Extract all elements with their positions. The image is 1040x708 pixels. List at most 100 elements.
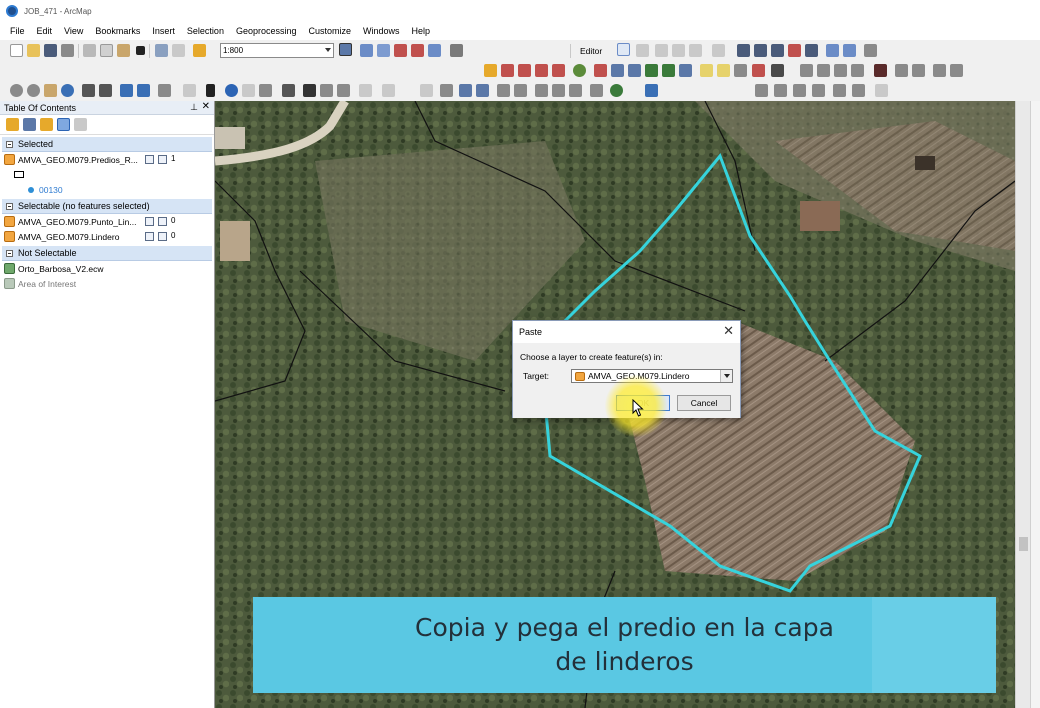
catalog-icon[interactable] xyxy=(377,44,390,57)
spatial-adjustment-icon[interactable] xyxy=(594,64,607,77)
html-popup-icon[interactable] xyxy=(259,84,272,97)
time-slider-icon[interactable] xyxy=(359,84,372,97)
text-icon[interactable] xyxy=(793,84,806,97)
split-tool-icon[interactable] xyxy=(788,44,801,57)
rectify-icon[interactable] xyxy=(717,64,730,77)
draw-icon[interactable] xyxy=(590,84,603,97)
georeferencing-icon[interactable] xyxy=(610,84,623,97)
clear-layer-selection-icon[interactable] xyxy=(158,217,167,226)
group-not-selectable[interactable]: Not Selectable xyxy=(2,246,212,261)
edit-tool-icon[interactable] xyxy=(617,43,630,56)
rubbersheet-icon[interactable] xyxy=(628,64,641,77)
proportion-icon[interactable] xyxy=(950,64,963,77)
align-icon[interactable] xyxy=(833,84,846,97)
validate-icon[interactable] xyxy=(535,64,548,77)
menu-windows[interactable]: Windows xyxy=(363,26,400,36)
pan-icon[interactable] xyxy=(44,84,57,97)
editor-menu[interactable]: Editor xyxy=(580,46,602,56)
menu-help[interactable]: Help xyxy=(412,26,431,36)
delete-icon[interactable] xyxy=(136,46,145,55)
new-document-icon[interactable] xyxy=(10,44,23,57)
align-tool-icon[interactable] xyxy=(817,64,830,77)
vertex-snap-icon[interactable] xyxy=(552,84,565,97)
attributes-icon[interactable] xyxy=(826,44,839,57)
collapse-icon[interactable] xyxy=(6,203,13,210)
sketch-properties-icon[interactable] xyxy=(843,44,856,57)
edit-vertices-icon[interactable] xyxy=(737,44,750,57)
reshape-feature-icon[interactable] xyxy=(754,44,767,57)
zoom-in-icon[interactable] xyxy=(10,84,23,97)
clear-layer-selection-icon[interactable] xyxy=(158,232,167,241)
full-extent-icon[interactable] xyxy=(61,84,74,97)
graphics-icon[interactable] xyxy=(774,84,787,97)
layer-row[interactable]: Orto_Barbosa_V2.ecw xyxy=(0,261,214,276)
open-icon[interactable] xyxy=(27,44,40,57)
trace-icon[interactable] xyxy=(689,44,702,57)
model-builder-icon[interactable] xyxy=(450,44,463,57)
advanced-edit-icon[interactable] xyxy=(734,64,747,77)
redo-icon[interactable] xyxy=(172,44,185,57)
table-icon[interactable] xyxy=(874,64,887,77)
pin-icon[interactable]: ⊥ xyxy=(190,102,198,113)
clear-selection-icon[interactable] xyxy=(183,84,196,97)
select-elements-icon[interactable] xyxy=(206,84,215,97)
swipe-icon[interactable] xyxy=(420,84,433,97)
group-icon[interactable] xyxy=(812,84,825,97)
measure-icon[interactable] xyxy=(282,84,295,97)
cogo-icon[interactable] xyxy=(752,64,765,77)
georef-icon[interactable] xyxy=(700,64,713,77)
selectable-toggle-icon[interactable] xyxy=(145,232,154,241)
add-rule-icon[interactable] xyxy=(518,64,531,77)
point-icon[interactable] xyxy=(712,44,725,57)
fixed-zoom-in-icon[interactable] xyxy=(82,84,95,97)
cut-polygons-icon[interactable] xyxy=(771,44,784,57)
dialog-close-icon[interactable]: ✕ xyxy=(723,323,734,339)
layer-row[interactable]: AMVA_GEO.M079.Punto_Lin... 0 xyxy=(0,214,214,229)
go-back-icon[interactable] xyxy=(120,84,133,97)
cut-icon[interactable] xyxy=(83,44,96,57)
layer-properties-icon[interactable] xyxy=(459,84,472,97)
list-by-source-icon[interactable] xyxy=(23,118,36,131)
menu-bookmarks[interactable]: Bookmarks xyxy=(95,26,140,36)
save-icon[interactable] xyxy=(44,44,57,57)
cancel-button[interactable]: Cancel xyxy=(677,395,731,411)
snapping-icon[interactable] xyxy=(497,84,510,97)
fix-topology-icon[interactable] xyxy=(501,64,514,77)
editor-toolbar-icon[interactable] xyxy=(339,43,352,56)
collapse-icon[interactable] xyxy=(6,141,13,148)
zoom-out-icon[interactable] xyxy=(27,84,40,97)
fillet-icon[interactable] xyxy=(933,64,946,77)
selectable-toggle-icon[interactable] xyxy=(145,155,154,164)
image-analysis-icon[interactable] xyxy=(645,84,658,97)
layer-row[interactable]: AMVA_GEO.M079.Predios_R... 1 xyxy=(0,152,214,167)
link-table-icon[interactable] xyxy=(679,64,692,77)
menu-selection[interactable]: Selection xyxy=(187,26,224,36)
topology-edit-icon[interactable] xyxy=(484,64,497,77)
layer-row[interactable]: Area of Interest xyxy=(0,276,214,291)
scrollbar-thumb[interactable] xyxy=(1019,537,1028,551)
python-window-icon[interactable] xyxy=(428,44,441,57)
point-snap-icon[interactable] xyxy=(514,84,527,97)
straight-segment-icon[interactable] xyxy=(655,44,668,57)
select-features-icon[interactable] xyxy=(158,84,171,97)
group-selectable[interactable]: Selectable (no features selected) xyxy=(2,199,212,214)
list-by-visibility-icon[interactable] xyxy=(40,118,53,131)
table-of-contents-icon[interactable] xyxy=(360,44,373,57)
arctoolbox-icon[interactable] xyxy=(411,44,424,57)
go-forward-icon[interactable] xyxy=(137,84,150,97)
add-point-icon[interactable] xyxy=(771,64,784,77)
menu-customize[interactable]: Customize xyxy=(309,26,352,36)
line-tool-icon[interactable] xyxy=(800,64,813,77)
viewer-window-icon[interactable] xyxy=(382,84,395,97)
rotate-icon[interactable] xyxy=(875,84,888,97)
options-icon[interactable] xyxy=(74,118,87,131)
data-frame-tools-icon[interactable] xyxy=(755,84,768,97)
fixed-zoom-out-icon[interactable] xyxy=(99,84,112,97)
end-point-arc-icon[interactable] xyxy=(672,44,685,57)
group-selected[interactable]: Selected xyxy=(2,137,212,152)
paste-icon[interactable] xyxy=(117,44,130,57)
find-route-icon[interactable] xyxy=(320,84,333,97)
map-vertical-scrollbar[interactable] xyxy=(1015,101,1030,708)
distribute-icon[interactable] xyxy=(852,84,865,97)
list-by-drawing-order-icon[interactable] xyxy=(6,118,19,131)
